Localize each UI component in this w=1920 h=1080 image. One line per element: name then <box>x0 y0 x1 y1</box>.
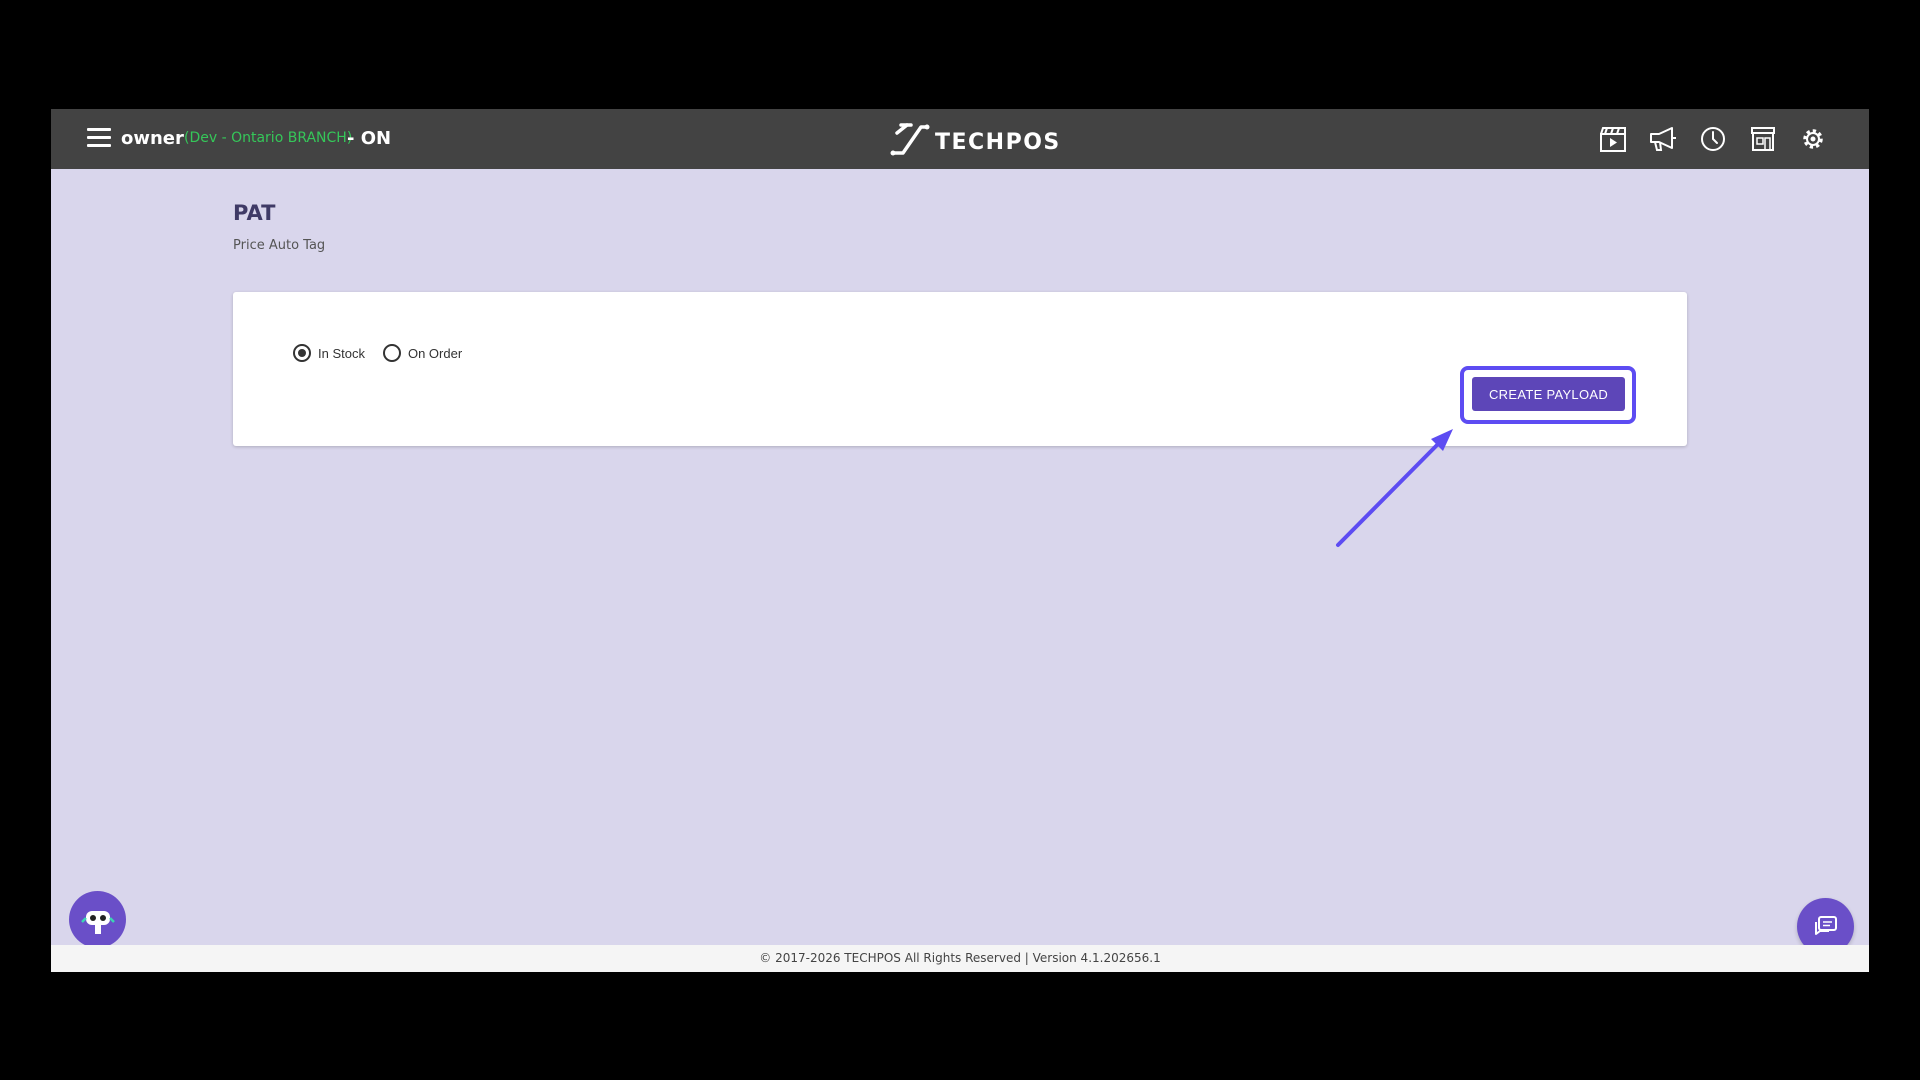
copyright-text: © 2017-2026 TECHPOS All Rights Reserved … <box>759 951 1161 965</box>
pat-options-card: In Stock On Order CREATE PAYLOAD <box>233 292 1687 446</box>
page-subtitle: Price Auto Tag <box>233 238 326 253</box>
top-bar: owner (Dev - Ontario BRANCH) - ON TECHPO… <box>51 109 1869 169</box>
on-order-radio[interactable] <box>382 344 401 362</box>
in-stock-option[interactable]: In Stock <box>293 344 365 362</box>
create-payload-button[interactable]: CREATE PAYLOAD <box>1472 377 1625 411</box>
announcement-icon[interactable] <box>1646 122 1679 155</box>
gear-icon[interactable] <box>1796 122 1829 155</box>
page-title: PAT <box>233 201 276 225</box>
branch-label: (Dev - Ontario BRANCH) <box>184 130 353 146</box>
hamburger-menu-icon[interactable] <box>87 128 111 150</box>
footer: © 2017-2026 TECHPOS All Rights Reserved … <box>51 945 1869 972</box>
assistant-bot-icon[interactable] <box>69 891 126 948</box>
stock-type-radio-group: In Stock On Order <box>293 344 480 362</box>
logo-text: TECHPOS <box>935 129 1061 155</box>
on-order-option[interactable]: On Order <box>382 344 463 362</box>
user-name: owner <box>121 128 184 149</box>
on-order-label: On Order <box>407 345 463 361</box>
video-tutorial-icon[interactable] <box>1596 122 1629 155</box>
clock-icon[interactable] <box>1696 122 1729 155</box>
store-icon[interactable] <box>1746 122 1779 155</box>
in-stock-label: In Stock <box>318 345 365 361</box>
status-label: - ON <box>347 128 392 149</box>
in-stock-radio[interactable] <box>293 344 311 362</box>
techpos-logo-icon <box>890 123 930 156</box>
app-window: owner (Dev - Ontario BRANCH) - ON TECHPO… <box>51 109 1869 972</box>
techpos-logo: TECHPOS <box>887 117 1061 161</box>
header-icons <box>1596 122 1829 155</box>
